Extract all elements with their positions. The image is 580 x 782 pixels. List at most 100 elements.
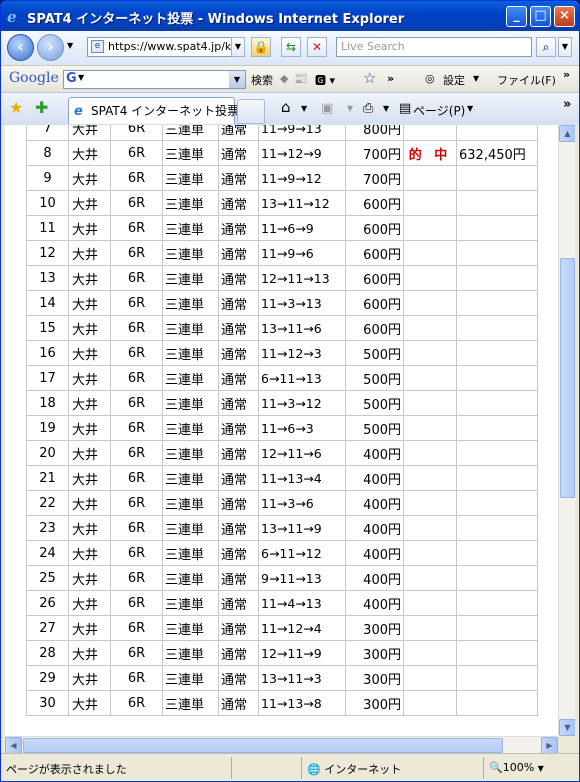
search-input[interactable]: Live Search	[336, 37, 532, 57]
bet-type-cell: 三連単	[162, 615, 219, 641]
settings-gear-icon[interactable]: ◎	[425, 72, 435, 85]
refresh-icon[interactable]: ⇆	[281, 37, 301, 57]
page-dropdown-icon[interactable]: ▼	[467, 104, 473, 113]
google-search-input[interactable]: G ▼ ▼	[63, 70, 246, 89]
favorites-star-icon[interactable]: ★	[9, 98, 23, 117]
venue-cell: 大井	[68, 615, 111, 641]
combination-cell: 11→9→13	[258, 125, 346, 141]
tab-more-icon[interactable]: »	[563, 97, 571, 112]
bet-type-cell: 三連単	[162, 340, 219, 366]
file-menu[interactable]: ファイル(F)	[497, 72, 556, 88]
home-dropdown-icon[interactable]: ▼	[301, 104, 307, 113]
feeds-icon[interactable]: ▣	[321, 101, 333, 116]
payout-cell	[456, 315, 538, 341]
row-number: 14	[26, 290, 69, 316]
table-row: 30 大井 6R 三連単 通常 11→13→8 300円	[26, 690, 538, 716]
row-number: 9	[26, 165, 69, 191]
toolbar-button-icon[interactable]: 🅶 ▾	[315, 72, 335, 88]
zoom-dropdown-icon[interactable]: ▼	[538, 764, 544, 773]
scroll-left-icon[interactable]: ◀	[5, 737, 22, 754]
row-number: 21	[26, 465, 69, 491]
amount-cell: 700円	[345, 140, 404, 166]
print-dropdown-icon[interactable]: ▼	[383, 104, 389, 113]
lock-icon[interactable]: 🔒	[251, 37, 271, 57]
google-more-icon[interactable]: »	[563, 68, 570, 81]
scroll-right-icon[interactable]: ▶	[541, 737, 558, 754]
browser-window: e SPAT4 インターネット投票 - Windows Internet Exp…	[0, 0, 580, 782]
method-cell: 通常	[218, 390, 259, 416]
combination-cell: 13→11→6	[258, 315, 346, 341]
maximize-button[interactable]: □	[530, 6, 551, 27]
news-icon[interactable]: 📰	[294, 72, 308, 85]
feeds-dropdown-icon[interactable]: ▼	[347, 104, 353, 113]
horizontal-scroll-thumb[interactable]	[23, 738, 503, 753]
bookmark-star-icon[interactable]: ☆	[363, 69, 376, 87]
method-cell: 通常	[218, 565, 259, 591]
home-icon[interactable]: ⌂	[281, 98, 291, 116]
venue-cell: 大井	[68, 165, 111, 191]
combination-cell: 11→12→4	[258, 615, 346, 641]
internet-zone[interactable]: 🌐 インターネット	[307, 761, 401, 777]
combination-cell: 9→11→13	[258, 565, 346, 591]
amount-cell: 400円	[345, 590, 404, 616]
hit-cell	[403, 515, 457, 541]
payout-cell	[456, 465, 538, 491]
tab-spat4[interactable]: e SPAT4 インターネット投票	[68, 97, 239, 124]
search-icon[interactable]: ⌕	[536, 37, 556, 57]
back-button[interactable]: ‹	[7, 34, 34, 61]
forward-button[interactable]: ›	[37, 34, 64, 61]
vertical-scroll-thumb[interactable]	[560, 258, 575, 498]
hit-cell	[403, 165, 457, 191]
zoom-control[interactable]: 🔍100% ▼	[489, 761, 544, 774]
scroll-down-icon[interactable]: ▼	[559, 719, 576, 736]
google-dropdown-icon[interactable]: ▼	[229, 71, 245, 88]
venue-cell: 大井	[68, 490, 111, 516]
table-row: 21 大井 6R 三連単 通常 11→13→4 400円	[26, 465, 538, 491]
bet-type-cell: 三連単	[162, 165, 219, 191]
race-cell: 6R	[110, 140, 163, 166]
close-button[interactable]: ×	[554, 6, 575, 27]
add-favorites-icon[interactable]: ✚	[35, 98, 48, 117]
hit-cell: 的 中	[403, 140, 457, 166]
stop-icon[interactable]: ✕	[307, 37, 327, 57]
method-cell: 通常	[218, 340, 259, 366]
table-row: 16 大井 6R 三連単 通常 11→12→3 500円	[26, 340, 538, 366]
bet-type-cell: 三連単	[162, 565, 219, 591]
page-content: 7 大井 6R 三連単 通常 11→9→13 800円 8 大井 6R 三連単 通常 11→12→9 70…	[5, 125, 558, 736]
search-options-icon[interactable]: ▼	[558, 37, 572, 57]
bet-type-cell: 三連単	[162, 365, 219, 391]
status-divider	[301, 757, 302, 779]
horizontal-scrollbar[interactable]: ◀ ▶	[5, 736, 558, 754]
vertical-scrollbar[interactable]: ▲ ▼	[558, 125, 576, 736]
title-bar[interactable]: e SPAT4 インターネット投票 - Windows Internet Exp…	[1, 1, 579, 31]
combination-cell: 12→11→6	[258, 440, 346, 466]
settings-dropdown-icon[interactable]: ▼	[473, 74, 479, 83]
bet-type-cell: 三連単	[162, 690, 219, 716]
payout-cell	[456, 440, 538, 466]
new-tab-button[interactable]	[237, 99, 265, 124]
print-icon[interactable]: ⎙	[363, 101, 373, 116]
method-cell: 通常	[218, 615, 259, 641]
amount-cell: 400円	[345, 440, 404, 466]
g-dropdown-icon[interactable]: ▼	[78, 73, 84, 82]
minimize-button[interactable]: _	[506, 6, 527, 27]
table-row: 29 大井 6R 三連単 通常 13→11→3 300円	[26, 665, 538, 691]
payout-cell	[456, 365, 538, 391]
address-input[interactable]: e https://www.spat4.jp/k	[87, 37, 245, 57]
scroll-up-icon[interactable]: ▲	[559, 125, 576, 142]
page-menu[interactable]: ページ(P)	[413, 102, 465, 119]
hit-cell	[403, 365, 457, 391]
hit-cell	[403, 590, 457, 616]
bet-type-cell: 三連単	[162, 590, 219, 616]
more-chevron-icon[interactable]: »	[387, 72, 394, 85]
history-dropdown-icon[interactable]: ▼	[67, 41, 73, 50]
google-settings-button[interactable]: 設定	[443, 72, 465, 88]
address-dropdown-icon[interactable]: ▼	[231, 37, 245, 57]
row-number: 24	[26, 540, 69, 566]
status-divider	[231, 757, 232, 779]
amount-cell: 400円	[345, 540, 404, 566]
hit-cell	[403, 415, 457, 441]
bet-type-cell: 三連単	[162, 290, 219, 316]
venue-cell: 大井	[68, 415, 111, 441]
google-search-button[interactable]: 検索	[251, 72, 273, 88]
